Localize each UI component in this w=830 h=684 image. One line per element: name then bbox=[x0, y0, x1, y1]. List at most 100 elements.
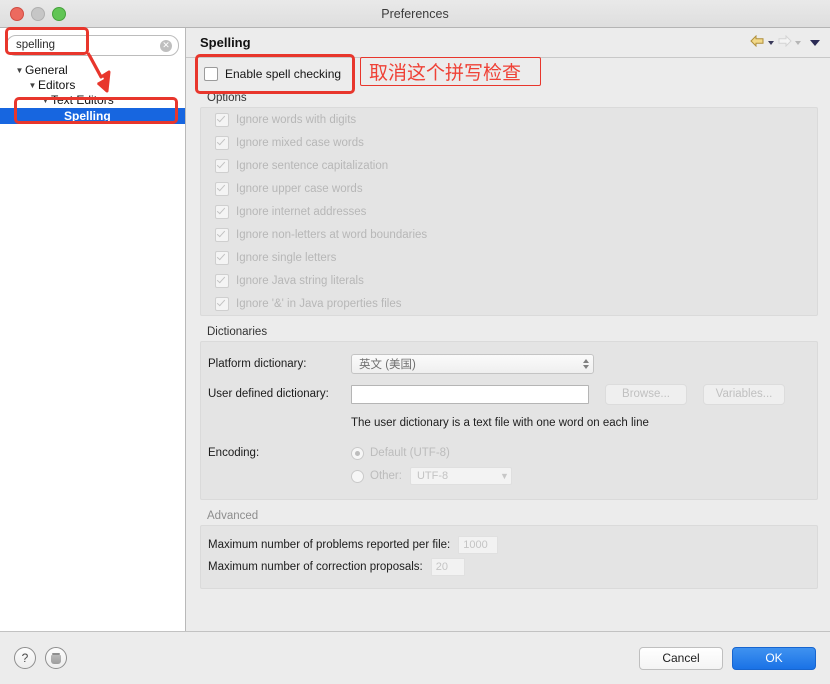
max-problems-row: Maximum number of problems reported per … bbox=[201, 534, 817, 556]
option-row: Ignore Java string literals bbox=[201, 269, 817, 292]
back-dropdown-icon[interactable] bbox=[768, 40, 774, 45]
platform-dictionary-label: Platform dictionary: bbox=[208, 358, 307, 370]
encoding-default-label: Default (UTF-8) bbox=[370, 447, 450, 459]
option-checkbox bbox=[215, 112, 229, 127]
option-row: Ignore single letters bbox=[201, 246, 817, 269]
browse-button: Browse... bbox=[605, 383, 687, 405]
option-label: Ignore upper case words bbox=[236, 182, 363, 195]
options-group-title: Options bbox=[207, 92, 247, 104]
option-label: Ignore single letters bbox=[236, 251, 337, 264]
option-checkbox bbox=[215, 250, 229, 265]
advanced-group: Advanced Maximum number of problems repo… bbox=[200, 510, 818, 589]
user-dictionary-hint: The user dictionary is a text file with … bbox=[351, 417, 649, 429]
option-row: Ignore sentence capitalization bbox=[201, 154, 817, 177]
footer-bar: ? Cancel OK bbox=[0, 631, 830, 684]
option-label: Ignore internet addresses bbox=[236, 205, 367, 218]
chinese-note-text: 取消这个拼写检查 bbox=[369, 62, 522, 84]
chevron-down-icon[interactable]: ▼ bbox=[27, 78, 38, 93]
option-row: Ignore non-letters at word boundaries bbox=[201, 223, 817, 246]
encoding-other-select: UTF-8 ▼ bbox=[409, 467, 512, 485]
variables-button: Variables... bbox=[703, 383, 785, 405]
encoding-other-value: UTF-8 bbox=[416, 470, 449, 482]
option-label: Ignore words with digits bbox=[236, 113, 357, 126]
tree-item-label: General bbox=[25, 63, 68, 77]
restore-defaults-icon[interactable] bbox=[45, 647, 67, 669]
option-checkbox bbox=[215, 135, 229, 150]
option-row: Ignore upper case words bbox=[201, 177, 817, 200]
encoding-other-label: Other: bbox=[370, 470, 402, 482]
option-label: Ignore '&' in Java properties files bbox=[236, 297, 402, 310]
option-checkbox bbox=[215, 181, 229, 196]
window-title: Preferences bbox=[381, 6, 449, 21]
ok-button[interactable]: OK bbox=[732, 646, 816, 670]
dictionaries-group-box: Platform dictionary: 英文 (美国) User define… bbox=[200, 341, 818, 500]
option-label: Ignore non-letters at word boundaries bbox=[236, 228, 428, 241]
chevron-down-icon[interactable] bbox=[810, 39, 820, 46]
enable-spell-checking-checkbox[interactable] bbox=[204, 67, 218, 81]
max-proposals-label: Maximum number of correction proposals: bbox=[208, 561, 423, 573]
chevron-down-icon[interactable]: ▼ bbox=[14, 63, 25, 78]
minimize-button[interactable] bbox=[31, 6, 45, 21]
max-proposals-row: Maximum number of correction proposals: … bbox=[201, 556, 817, 578]
encoding-other-radio bbox=[351, 469, 364, 483]
title-bar: Preferences bbox=[0, 0, 830, 28]
main-content: Enable spell checking Options Ignore wor… bbox=[186, 58, 830, 631]
red-down-arrow bbox=[82, 50, 116, 101]
chinese-note-box: 取消这个拼写检查 bbox=[360, 57, 541, 86]
option-checkbox bbox=[215, 158, 229, 173]
option-checkbox bbox=[215, 296, 229, 311]
page-title: Spelling bbox=[200, 35, 251, 50]
option-row: Ignore words with digits bbox=[201, 108, 817, 131]
encoding-label: Encoding: bbox=[208, 447, 260, 459]
forward-dropdown-icon bbox=[795, 40, 801, 45]
dictionaries-group: Dictionaries Platform dictionary: 英文 (美国… bbox=[200, 326, 818, 500]
back-arrow-icon[interactable] bbox=[750, 34, 765, 50]
max-proposals-input: 20 bbox=[430, 558, 465, 576]
option-checkbox bbox=[215, 227, 229, 242]
tree-item-spelling[interactable]: Spelling bbox=[0, 108, 185, 124]
cancel-button[interactable]: Cancel bbox=[639, 646, 723, 670]
option-label: Ignore Java string literals bbox=[236, 274, 364, 287]
advanced-group-title: Advanced bbox=[207, 510, 259, 522]
stepper-icon[interactable] bbox=[583, 359, 589, 369]
encoding-other-row: Other: UTF-8 ▼ bbox=[201, 465, 817, 487]
option-row: Ignore internet addresses bbox=[201, 200, 817, 223]
option-label: Ignore sentence capitalization bbox=[236, 159, 389, 172]
sidebar: spelling ✕ ▼ General ▼ Editors ▼ Text Ed… bbox=[0, 28, 186, 631]
platform-dictionary-select[interactable]: 英文 (美国) bbox=[351, 354, 594, 374]
option-label: Ignore mixed case words bbox=[236, 136, 364, 149]
option-row: Ignore '&' in Java properties files bbox=[201, 292, 817, 315]
zoom-button[interactable] bbox=[52, 6, 66, 21]
option-checkbox bbox=[215, 273, 229, 288]
main-pane: Spelling Enable spell checking Options I… bbox=[186, 28, 830, 631]
chevron-down-icon: ▼ bbox=[500, 471, 509, 481]
dictionaries-group-title: Dictionaries bbox=[207, 326, 268, 338]
nav-icons bbox=[750, 34, 820, 50]
option-row: Ignore mixed case words bbox=[201, 131, 817, 154]
question-mark-icon[interactable]: ? bbox=[14, 647, 36, 669]
tree-item-label: Spelling bbox=[64, 109, 111, 123]
preferences-window: Preferences spelling ✕ ▼ General ▼ Edito… bbox=[0, 0, 830, 684]
platform-dictionary-value: 英文 (美国) bbox=[359, 359, 416, 371]
restore-glyph bbox=[51, 652, 61, 664]
max-problems-input: 1000 bbox=[458, 536, 499, 554]
forward-arrow-icon bbox=[777, 34, 792, 50]
main-header: Spelling bbox=[186, 28, 830, 58]
user-dictionary-row: User defined dictionary: Browse... Varia… bbox=[201, 382, 817, 406]
chevron-down-icon[interactable]: ▼ bbox=[40, 93, 51, 108]
tree-item-label: Editors bbox=[38, 78, 76, 92]
max-problems-label: Maximum number of problems reported per … bbox=[208, 539, 451, 551]
options-group: Options Ignore words with digits Ignore … bbox=[200, 92, 818, 316]
platform-dictionary-row: Platform dictionary: 英文 (美国) bbox=[201, 352, 817, 376]
enable-spell-checking-label: Enable spell checking bbox=[225, 67, 342, 81]
options-group-box: Ignore words with digits Ignore mixed ca… bbox=[200, 107, 818, 316]
window-body: spelling ✕ ▼ General ▼ Editors ▼ Text Ed… bbox=[0, 28, 830, 631]
encoding-default-radio bbox=[351, 446, 364, 460]
encoding-row: Encoding: Default (UTF-8) bbox=[201, 441, 817, 465]
window-controls bbox=[0, 6, 66, 21]
clear-circle-icon[interactable]: ✕ bbox=[160, 39, 172, 52]
user-dictionary-input[interactable] bbox=[351, 384, 589, 404]
advanced-group-box: Maximum number of problems reported per … bbox=[200, 525, 818, 589]
option-checkbox bbox=[215, 204, 229, 219]
close-button[interactable] bbox=[10, 6, 24, 21]
